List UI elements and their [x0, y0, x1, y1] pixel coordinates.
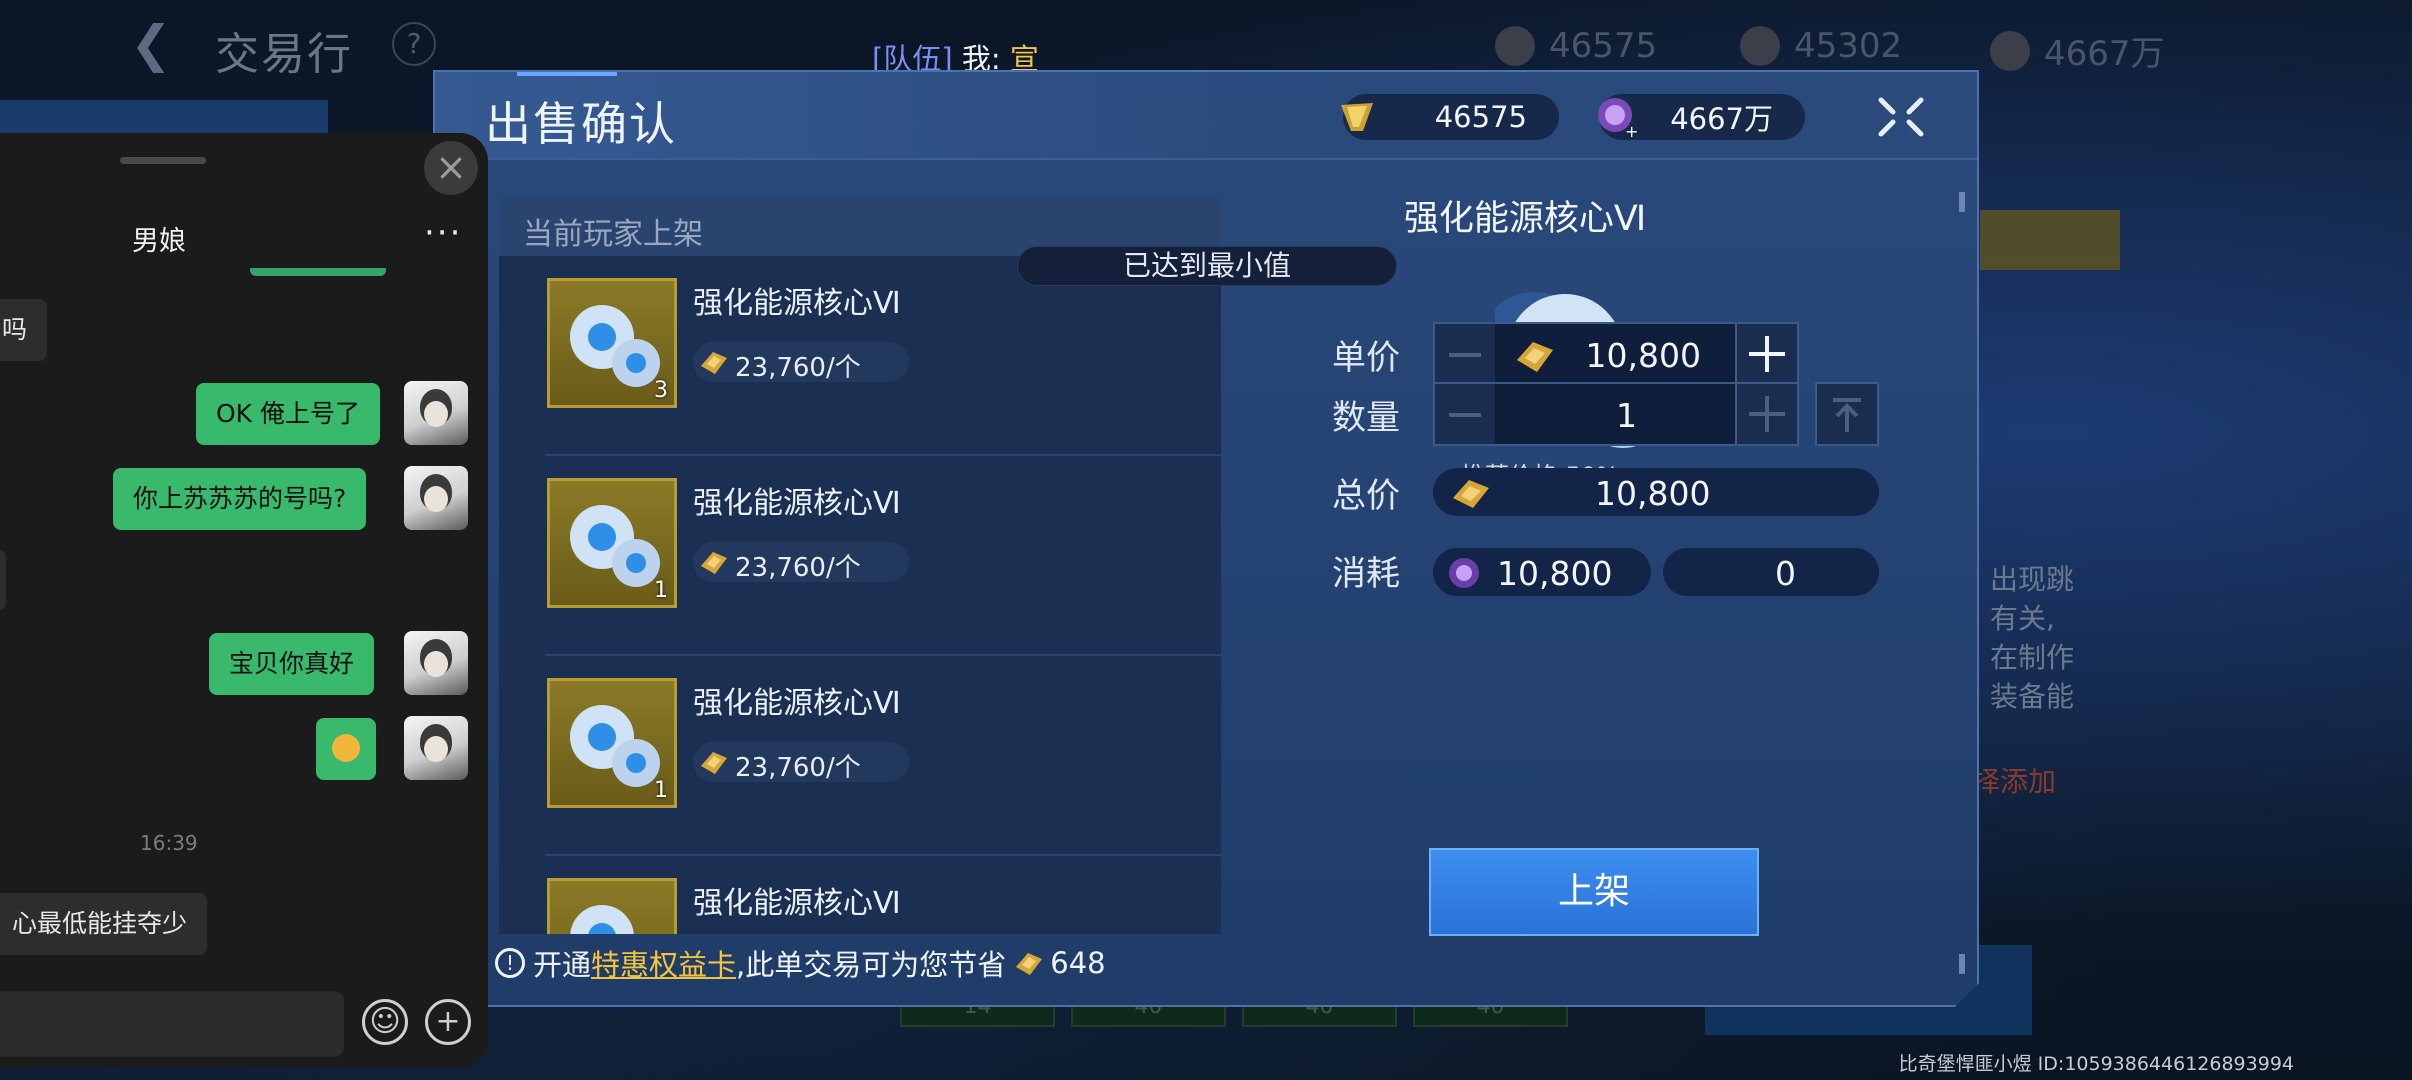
scroll-indicator [1959, 954, 1965, 974]
bg-yellow-banner [1980, 210, 2120, 270]
scroll-indicator [1959, 192, 1965, 212]
cost-purple-pill: 10,800 [1433, 548, 1651, 596]
emoji-icon[interactable]: ☺ [362, 999, 408, 1045]
purple-orb-icon [1990, 30, 2030, 71]
help-icon[interactable]: ? [392, 22, 436, 66]
gold-ingot-icon [1451, 476, 1491, 510]
unit-price-label: 单价 [1332, 338, 1400, 378]
outgoing-message: 你上苏苏苏的号吗? [113, 468, 367, 530]
bg-currency-ingot: 45302 [1740, 26, 1902, 66]
chat-contact-name: 男娘 [132, 226, 186, 257]
quantity-stepper: 1 [1433, 382, 1799, 446]
bg-currency-gold: 46575 [1495, 26, 1657, 66]
gold-crystal-icon [1495, 26, 1535, 66]
item-name: 强化能源核心Ⅵ [693, 686, 901, 721]
chat-overlay-window: × 男娘 ··· 吗 OK 俺上号了 你上苏苏苏的号吗? 宝贝你真好 16:39… [0, 133, 488, 1068]
energy-core-icon [550, 881, 674, 934]
bg-currency-purple: 4667万 [1990, 26, 2165, 75]
outgoing-message: 宝贝你真好 [209, 633, 375, 695]
avatar[interactable] [404, 716, 468, 780]
gold-ingot-icon [1515, 338, 1555, 374]
item-name: 强化能源核心Ⅵ [693, 486, 901, 521]
quantity-decrease-button[interactable] [1433, 382, 1497, 446]
unit-price-increase-button[interactable] [1735, 322, 1799, 386]
listing-row[interactable]: 3 强化能源核心Ⅵ 23,760/个 [545, 256, 1221, 456]
bg-description-text: 出现跳 有关, 在制作 装备能 [1990, 563, 2075, 713]
plus-icon [1737, 324, 1797, 384]
current-listings-panel[interactable]: 当前玩家上架 3 强化能源核心Ⅵ 23,760/个 1 强化能源核心Ⅵ 23,7… [499, 198, 1221, 934]
drag-handle[interactable] [120, 157, 206, 164]
max-quantity-button[interactable] [1815, 382, 1879, 446]
avatar[interactable] [404, 631, 468, 695]
cost-label: 消耗 [1332, 554, 1400, 594]
benefit-card-link[interactable]: 特惠权益卡 [591, 942, 736, 984]
close-icon[interactable] [1871, 92, 1931, 142]
sale-confirm-dialog: 出售确认 46575 + 4667万 当前玩家上架 3 强化能源核心Ⅵ 23,7… [433, 70, 1979, 1007]
incoming-message-edge [0, 549, 6, 611]
item-thumbnail: 1 [547, 478, 677, 608]
listing-row[interactable]: 1 强化能源核心Ⅵ 23,760/个 [545, 456, 1221, 656]
outgoing-message: OK 俺上号了 [196, 383, 381, 445]
listing-row[interactable]: 强化能源核心Ⅵ [545, 856, 1221, 934]
item-thumbnail: 1 [547, 678, 677, 808]
avatar[interactable] [404, 466, 468, 530]
listing-row[interactable]: 1 强化能源核心Ⅵ 23,760/个 [545, 656, 1221, 856]
dialog-header: 出售确认 46575 + 4667万 [435, 72, 1977, 160]
page-title: 交易行 [215, 29, 353, 80]
unamused-face-icon [332, 734, 360, 762]
avatar[interactable] [404, 381, 468, 445]
purple-currency-pill: + 4667万 [1599, 94, 1805, 140]
item-name: 强化能源核心Ⅵ [693, 286, 901, 321]
price-pill: 23,760/个 [693, 542, 909, 582]
quantity-increase-button[interactable] [1735, 382, 1799, 446]
item-thumbnail [547, 878, 677, 934]
unit-price-decrease-button[interactable] [1433, 322, 1497, 386]
warning-icon: ! [495, 948, 525, 978]
unit-price-stepper: 10,800 [1433, 322, 1799, 386]
item-thumbnail: 3 [547, 278, 677, 408]
gold-ingot-icon [699, 348, 729, 376]
cost-other-pill: 0 [1663, 548, 1879, 596]
dialog-title: 出售确认 [485, 97, 677, 151]
gold-ingot-icon [699, 748, 729, 776]
message-timestamp: 16:39 [140, 831, 198, 855]
price-pill: 23,760/个 [693, 742, 909, 782]
item-detail-name: 强化能源核心Ⅵ [1403, 199, 1647, 239]
benefit-card-notice: ! 开通 特惠权益卡 ,此单交易可为您节省 648 [495, 942, 1106, 984]
quantity-label: 数量 [1332, 398, 1400, 438]
svg-text:+: + [1625, 122, 1638, 139]
bg-select-add-text: 择添加 [1972, 765, 2057, 798]
quantity-field[interactable]: 1 [1495, 382, 1737, 446]
message-input[interactable] [0, 991, 344, 1057]
incoming-message: 心最低能挂夺少 [0, 893, 208, 955]
gold-ingot-icon [1740, 26, 1780, 66]
list-item-button[interactable]: 上架 [1429, 848, 1759, 936]
total-price-label: 总价 [1332, 476, 1400, 516]
unit-price-field[interactable]: 10,800 [1495, 322, 1737, 386]
outgoing-emoji-message [316, 718, 376, 780]
player-id-footer: 比奇堡悍匪小煜 ID:1059386446126893994 [1898, 1053, 2294, 1075]
purple-orb-icon: + [1595, 95, 1639, 139]
partial-outgoing-bubble [250, 268, 386, 276]
purple-orb-icon [1447, 556, 1481, 590]
gold-ingot-icon [1014, 949, 1044, 977]
add-attachment-icon[interactable]: + [425, 999, 471, 1045]
gold-crystal-icon [1337, 97, 1377, 137]
item-name: 强化能源核心Ⅵ [693, 886, 901, 921]
close-icon[interactable]: × [424, 141, 478, 195]
total-price-pill: 10,800 [1433, 468, 1879, 516]
incoming-message: 吗 [0, 299, 48, 361]
gold-ingot-icon [699, 548, 729, 576]
gold-currency-pill: 46575 [1343, 94, 1559, 140]
arrow-to-top-icon [1817, 384, 1877, 444]
min-value-toast: 已达到最小值 [1017, 246, 1397, 286]
back-arrow-icon[interactable]: ❮ [130, 14, 190, 74]
plus-icon [1737, 384, 1797, 444]
more-options-icon[interactable]: ··· [424, 213, 462, 253]
price-pill: 23,760/个 [693, 342, 909, 382]
